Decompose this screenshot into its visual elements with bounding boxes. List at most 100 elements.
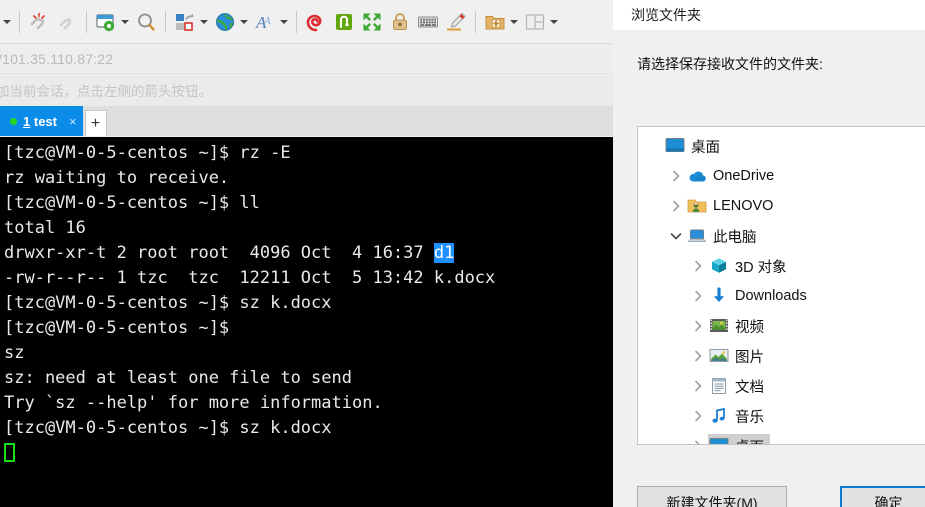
tree-item-label: OneDrive xyxy=(713,168,775,184)
download-icon xyxy=(708,285,730,307)
desktop-icon xyxy=(708,435,730,444)
tree-item-content[interactable]: 视频 xyxy=(708,314,770,338)
tree-item[interactable]: OneDrive xyxy=(638,161,925,191)
new-folder-button[interactable] xyxy=(481,7,521,37)
font-icon: AA xyxy=(252,9,278,35)
terminal-text: sz xyxy=(4,343,25,363)
tree-item-label: 此电脑 xyxy=(713,229,757,246)
picture-icon xyxy=(708,345,730,367)
chevron-down-icon[interactable] xyxy=(238,9,250,35)
tree-item-content[interactable]: 桌面 xyxy=(708,434,770,444)
computer-icon xyxy=(686,225,708,247)
dialog-body: 请选择保存接收文件的文件夹: 桌面 OneDrive LENOVO 此电脑 3D 对象 D… xyxy=(613,30,925,507)
session-settings-icon xyxy=(93,9,119,35)
document-icon xyxy=(708,375,730,397)
keyboard-button[interactable] xyxy=(414,7,442,37)
terminal-text: rz waiting to receive. xyxy=(4,168,230,188)
ok-button[interactable]: 确定 xyxy=(840,486,925,507)
keyboard-icon xyxy=(415,9,441,35)
terminal-output[interactable]: [tzc@VM-0-5-centos ~]$ rz -E rz waiting t… xyxy=(0,137,613,507)
tree-item-content[interactable]: 文档 xyxy=(708,374,770,398)
chevron-down-icon[interactable] xyxy=(1,9,13,35)
transfer-button[interactable] xyxy=(171,7,211,37)
tab-index: 1 xyxy=(23,113,31,129)
chevron-down-icon[interactable] xyxy=(278,9,290,35)
terminal-line: [tzc@VM-0-5-centos ~]$ rz -E xyxy=(4,141,613,166)
globe-button[interactable] xyxy=(211,7,251,37)
tree-item-label: 3D 对象 xyxy=(735,259,787,276)
terminal-selection: d1 xyxy=(433,243,455,263)
chevron-right-icon[interactable] xyxy=(688,401,708,431)
layout-button[interactable] xyxy=(521,7,561,37)
tree-item[interactable]: 文档 xyxy=(638,371,925,401)
disconnect-button[interactable] xyxy=(25,7,53,37)
tree-item[interactable]: 视频 xyxy=(638,311,925,341)
chevron-down-icon[interactable] xyxy=(548,9,560,35)
tree-item-content[interactable]: 音乐 xyxy=(708,404,770,428)
terminal-line: [tzc@VM-0-5-centos ~]$ sz k.docx xyxy=(4,416,613,441)
tree-item-content[interactable]: 桌面 xyxy=(664,134,726,158)
terminal-text: -rw-r--r-- 1 tzc tzc 12211 Oct 5 13:42 k… xyxy=(4,268,496,288)
link-button[interactable] xyxy=(53,7,81,37)
chevron-down-icon[interactable] xyxy=(119,9,131,35)
session-settings-button[interactable] xyxy=(92,7,132,37)
chevron-right-icon[interactable] xyxy=(688,251,708,281)
svg-text:A: A xyxy=(263,15,271,27)
tree-item-label: 音乐 xyxy=(735,409,764,426)
chevron-right-icon[interactable] xyxy=(688,371,708,401)
chevron-right-icon[interactable] xyxy=(688,311,708,341)
tree-item[interactable]: LENOVO xyxy=(638,191,925,221)
fullscreen-button[interactable] xyxy=(358,7,386,37)
user-icon xyxy=(686,195,708,217)
terminal-line: [tzc@VM-0-5-centos ~]$ xyxy=(4,316,613,341)
tree-item-content[interactable]: OneDrive xyxy=(686,164,780,188)
tree-item-content[interactable]: 此电脑 xyxy=(686,224,763,248)
chevron-down-icon[interactable] xyxy=(666,221,686,251)
chevron-down-icon[interactable] xyxy=(508,9,520,35)
caret-only-button[interactable] xyxy=(0,7,14,37)
link-icon xyxy=(54,9,80,35)
xftp-button[interactable] xyxy=(302,7,330,37)
tree-item[interactable]: 图片 xyxy=(638,341,925,371)
tab-test[interactable]: 1 test × xyxy=(0,106,83,136)
terminal-text: sz: need at least one file to send xyxy=(4,368,352,388)
tree-item[interactable]: 3D 对象 xyxy=(638,251,925,281)
tree-item-content[interactable]: Downloads xyxy=(708,284,813,308)
find-button[interactable] xyxy=(132,7,160,37)
tree-item-content[interactable]: 3D 对象 xyxy=(708,254,793,278)
terminal-line: [tzc@VM-0-5-centos ~]$ ll xyxy=(4,191,613,216)
chevron-right-icon[interactable] xyxy=(688,341,708,371)
tree-item[interactable]: 此电脑 xyxy=(638,221,925,251)
highlight-button[interactable] xyxy=(442,7,470,37)
chevron-right-icon[interactable] xyxy=(688,431,708,444)
chevron-down-icon[interactable] xyxy=(198,9,210,35)
highlight-icon xyxy=(443,9,469,35)
tree-item[interactable]: 桌面 xyxy=(638,431,925,444)
terminal-text: [tzc@VM-0-5-centos ~]$ xyxy=(4,318,230,338)
terminal-line xyxy=(4,441,613,466)
tree-item-content[interactable]: LENOVO xyxy=(686,194,779,218)
terminal-text: [tzc@VM-0-5-centos ~]$ rz -E xyxy=(4,143,291,163)
chevron-right-icon[interactable] xyxy=(666,161,686,191)
lock-button[interactable] xyxy=(386,7,414,37)
new-tab-button[interactable]: + xyxy=(84,110,107,136)
new-folder-button[interactable]: 新建文件夹(M) xyxy=(637,486,788,507)
close-icon[interactable]: × xyxy=(69,114,77,129)
tree-item[interactable]: 桌面 xyxy=(638,131,925,161)
font-button[interactable]: AA xyxy=(251,7,291,37)
address-text: /101.35.110.87:22 xyxy=(0,50,114,67)
chevron-right-icon[interactable] xyxy=(688,281,708,311)
lock-icon xyxy=(387,9,413,35)
tree-item[interactable]: 音乐 xyxy=(638,401,925,431)
hint-bar: 加当前会话，点击左侧的箭头按钮。 xyxy=(0,74,613,106)
folder-tree[interactable]: 桌面 OneDrive LENOVO 此电脑 3D 对象 Downloads 视频图片文档音… xyxy=(637,126,925,445)
address-bar[interactable]: /101.35.110.87:22 xyxy=(0,44,613,74)
desktop-icon xyxy=(664,135,686,157)
chevron-right-icon[interactable] xyxy=(666,191,686,221)
tree-item[interactable]: Downloads xyxy=(638,281,925,311)
globe-icon xyxy=(212,9,238,35)
browse-folder-dialog: 浏览文件夹 请选择保存接收文件的文件夹: 桌面 OneDrive LENOVO 此电脑… xyxy=(613,0,925,507)
tree-item-content[interactable]: 图片 xyxy=(708,344,770,368)
terminal-line: total 16 xyxy=(4,216,613,241)
xagent-button[interactable] xyxy=(330,7,358,37)
